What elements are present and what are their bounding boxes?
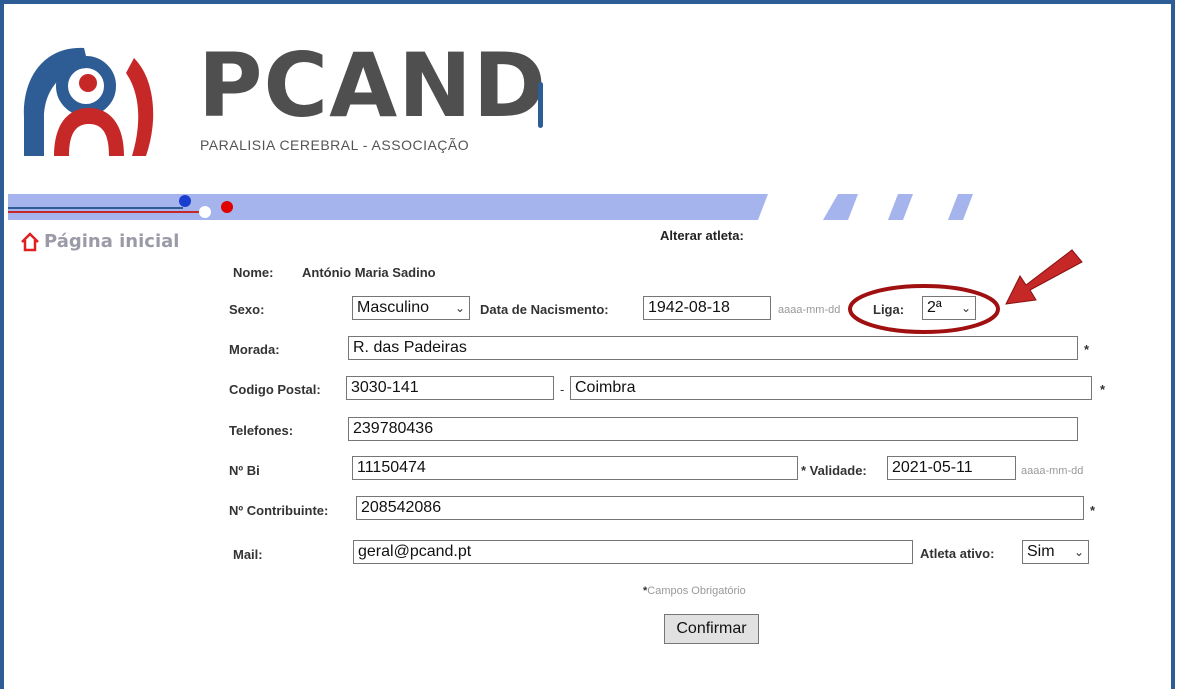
home-link[interactable]: Página inicial [20,231,179,252]
mail-label: Mail: [233,547,263,562]
required-mark: * [1090,503,1096,518]
ativo-select[interactable]: Sim ⌄ [1022,540,1089,564]
form-title: Alterar atleta: [660,228,744,243]
nome-value: António Maria Sadino [302,265,436,280]
confirm-button[interactable]: Confirmar [664,614,759,644]
telefones-label: Telefones: [229,423,294,438]
annotation-highlight [848,249,1083,334]
validade-input[interactable]: 2021-05-11 [887,456,1016,480]
brand-subtitle: PARALISIA CEREBRAL - ASSOCIAÇÃO [200,137,470,153]
sexo-label: Sexo: [229,302,265,317]
ativo-value: Sim [1027,543,1055,560]
codigo-separator: - [560,382,565,397]
date-format-hint: aaaa-mm-dd [778,304,841,316]
date-format-hint: aaaa-mm-dd [1021,465,1084,477]
bi-label: Nº Bi [229,463,260,478]
sexo-value: Masculino [357,299,430,316]
required-note-text: Campos Obrigatório [647,585,746,597]
morada-input[interactable]: R. das Padeiras [348,336,1078,360]
nascimento-input[interactable]: 1942-08-18 [643,296,771,320]
logo-fragment [538,82,543,128]
pcand-logo-icon [23,47,154,157]
nome-label: Nome: [233,265,274,280]
chevron-down-icon: ⌄ [454,301,465,315]
required-mark: * [1084,342,1090,357]
banner-decoration [8,194,973,220]
home-label: Página inicial [44,231,180,252]
home-icon [21,231,39,251]
contribuinte-label: Nº Contribuinte: [229,503,329,518]
chevron-down-icon: ⌄ [1073,545,1084,559]
ativo-label: Atleta ativo: [920,546,995,561]
required-note: *Campos Obrigatório [643,585,746,597]
telefones-input[interactable]: 239780436 [348,417,1078,441]
localidade-input[interactable]: Coimbra [570,376,1092,400]
nascimento-label: Data de Nacismento: [480,302,609,317]
required-mark: * [1100,382,1106,397]
validade-label: * Validade: [801,463,867,478]
mail-input[interactable]: geral@pcand.pt [353,540,913,564]
codigo-input[interactable]: 3030-141 [346,376,554,400]
bi-input[interactable]: 11150474 [352,456,798,480]
morada-label: Morada: [229,342,280,357]
sexo-select[interactable]: Masculino ⌄ [352,296,470,320]
contribuinte-input[interactable]: 208542086 [356,496,1084,520]
brand-name: PCAND [198,34,547,137]
codigo-label: Codigo Postal: [229,382,321,397]
